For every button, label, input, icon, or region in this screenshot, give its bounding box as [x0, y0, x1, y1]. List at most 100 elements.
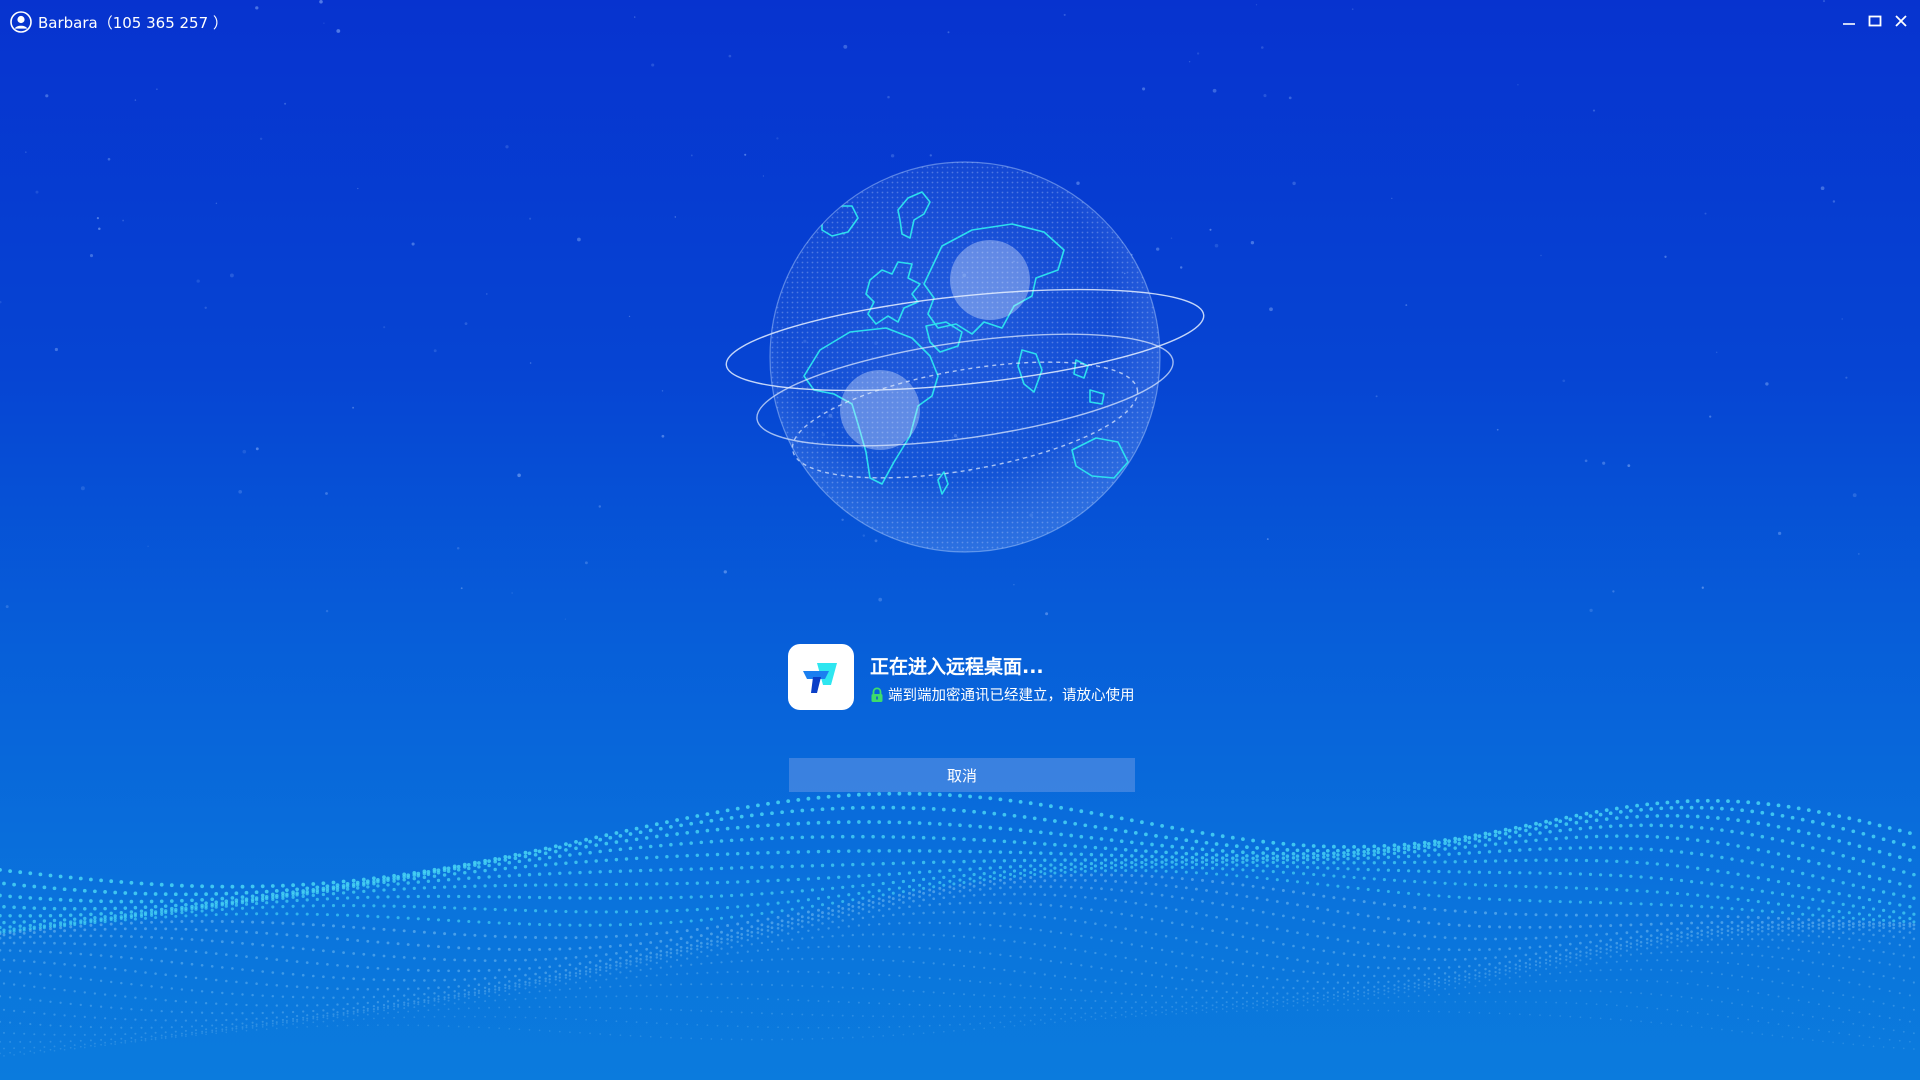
wave-particle — [1909, 1040, 1911, 1043]
wave-particle — [1518, 990, 1521, 993]
wave-particle — [133, 891, 138, 896]
wave-particle — [1751, 1005, 1754, 1008]
wave-particle — [1332, 987, 1336, 990]
wave-particle — [548, 978, 551, 981]
wave-particle — [1544, 825, 1548, 829]
wave-particle — [700, 983, 703, 986]
wave-particle — [857, 905, 861, 909]
wave-particle — [993, 938, 996, 941]
wave-particle — [1453, 836, 1458, 841]
wave-particle — [220, 896, 225, 901]
wave-particle — [750, 930, 754, 934]
wave-particle — [1791, 958, 1794, 961]
wave-particle — [1888, 963, 1891, 966]
wave-particle — [544, 984, 547, 988]
star-dot — [1589, 608, 1593, 613]
wave-particle — [871, 805, 875, 810]
wave-particle — [39, 950, 42, 953]
wave-particle — [1386, 849, 1391, 854]
wave-particle — [396, 942, 400, 946]
wave-particle — [973, 965, 976, 968]
wave-particle — [1740, 926, 1744, 930]
wave-particle — [1221, 1008, 1224, 1010]
wave-particle — [487, 875, 491, 879]
wave-particle — [1141, 1012, 1143, 1015]
wave-particle — [1049, 959, 1053, 963]
wave-particle — [584, 935, 588, 939]
wave-particle — [305, 986, 309, 989]
wave-particle — [1191, 1009, 1194, 1012]
wave-particle — [387, 1011, 389, 1014]
wave-particle — [1675, 891, 1680, 896]
wave-particle — [1467, 924, 1471, 928]
wave-particle — [911, 888, 916, 892]
wave-particle — [1807, 949, 1810, 953]
wave-particle — [1746, 898, 1750, 902]
wave-particle — [1039, 929, 1043, 932]
wave-particle — [1740, 886, 1744, 890]
wave-particle — [881, 862, 885, 866]
wave-particle — [1028, 801, 1033, 806]
wave-particle — [1756, 821, 1761, 826]
wave-particle — [99, 899, 103, 904]
wave-particle — [1484, 967, 1487, 971]
wave-particle — [1695, 814, 1700, 819]
wave-particle — [1447, 839, 1451, 843]
wave-particle — [669, 965, 673, 968]
wave-particle — [1346, 867, 1350, 871]
wave-particle — [1049, 930, 1053, 933]
wave-particle — [1099, 853, 1104, 857]
wave-particle — [1437, 947, 1441, 951]
wave-particle — [1130, 890, 1134, 893]
wave-particle — [1437, 984, 1440, 987]
wave-particle — [1548, 871, 1552, 875]
wave-particle — [1750, 809, 1755, 814]
wave-particle — [1508, 871, 1512, 875]
wave-particle — [1019, 885, 1022, 889]
wave-particle — [932, 890, 936, 894]
wave-particle — [1690, 904, 1694, 908]
wave-particle — [342, 1007, 345, 1011]
wave-particle — [969, 980, 972, 983]
wave-particle — [215, 1002, 218, 1005]
wave-particle — [43, 1051, 46, 1053]
wave-particle — [396, 999, 400, 1002]
wave-particle — [1009, 901, 1012, 905]
wave-particle — [1049, 885, 1053, 889]
wave-particle — [648, 844, 653, 849]
wave-particle — [1059, 961, 1063, 964]
wave-particle — [1858, 983, 1861, 986]
wave-particle — [548, 896, 552, 900]
wave-particle — [706, 954, 709, 958]
wave-particle — [629, 1007, 632, 1010]
wave-particle — [1336, 995, 1339, 998]
wave-particle — [1706, 1013, 1709, 1015]
wave-particle — [1770, 910, 1774, 914]
wave-particle — [635, 949, 638, 953]
wave-particle — [1524, 953, 1528, 957]
wave-particle — [750, 913, 754, 917]
wave-particle — [1326, 866, 1330, 870]
wave-particle — [705, 926, 709, 930]
wave-particle — [811, 917, 814, 921]
wave-particle — [483, 934, 487, 938]
wave-particle — [1528, 946, 1532, 949]
wave-particle — [1629, 902, 1633, 906]
wave-particle — [760, 892, 764, 896]
wave-particle — [1039, 903, 1043, 906]
wave-particle — [1023, 873, 1027, 877]
wave-particle — [1498, 971, 1501, 974]
wave-particle — [1175, 1008, 1178, 1011]
wave-particle — [1140, 865, 1144, 869]
wave-particle — [1507, 828, 1512, 833]
wave-particle — [669, 920, 673, 925]
wave-particle — [241, 1012, 244, 1015]
wave-particle — [715, 852, 720, 857]
wave-particle — [810, 807, 815, 812]
wave-particle — [615, 1020, 618, 1023]
wave-particle — [609, 985, 612, 988]
star-dot — [1261, 46, 1264, 49]
wave-particle — [245, 1026, 248, 1029]
wave-particle — [416, 874, 421, 878]
star-dot — [255, 447, 259, 451]
